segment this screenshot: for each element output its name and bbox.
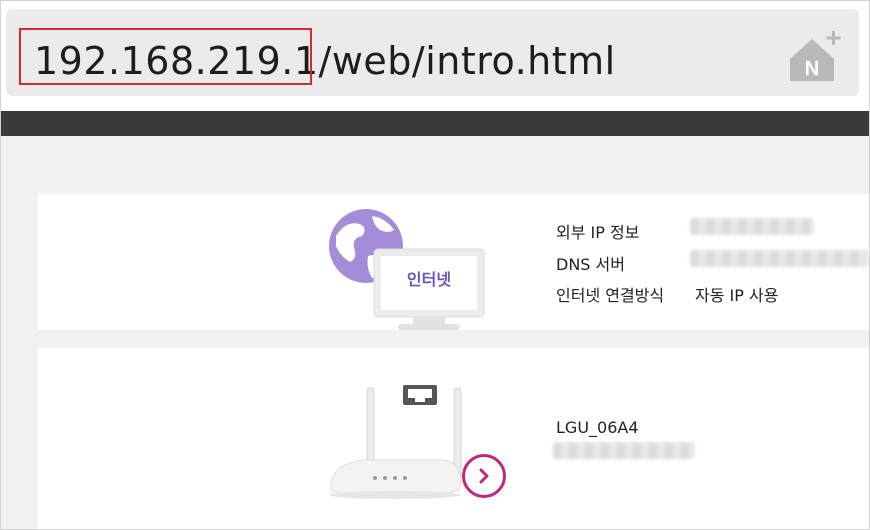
connection-type-value: 자동 IP 사용 bbox=[695, 286, 779, 305]
chevron-right-icon bbox=[479, 468, 489, 484]
info-row-dns: DNS 서버 bbox=[556, 251, 625, 275]
page-content: 인터넷 외부 IP 정보 DNS 서버 인터넷 연결방식 자동 IP 사용 LG… bbox=[1, 136, 869, 529]
internet-card: 인터넷 외부 IP 정보 DNS 서버 인터넷 연결방식 자동 IP 사용 bbox=[38, 194, 869, 330]
router-illustration bbox=[329, 385, 462, 499]
router-card: LGU_06A4 bbox=[38, 348, 869, 529]
browser-toolbar: 192.168.219.1/web/intro.html N bbox=[1, 1, 869, 111]
info-row-external-ip: 외부 IP 정보 bbox=[556, 219, 639, 243]
address-bar[interactable]: 192.168.219.1/web/intro.html N bbox=[6, 9, 859, 96]
monitor-label: 인터넷 bbox=[406, 270, 452, 289]
router-ssid: LGU_06A4 bbox=[556, 418, 639, 437]
url-path: web/intro.html bbox=[331, 39, 616, 83]
connection-type-label: 인터넷 연결방식 bbox=[556, 286, 665, 305]
info-row-connection-type: 인터넷 연결방식 bbox=[556, 282, 664, 306]
ethernet-port-icon bbox=[403, 385, 437, 405]
page-header-band bbox=[1, 111, 869, 136]
url-text[interactable]: 192.168.219.1/web/intro.html bbox=[34, 35, 616, 87]
screenshot-frame: 192.168.219.1/web/intro.html N 인터넷 외부 IP… bbox=[0, 0, 870, 530]
dns-value-blurred bbox=[690, 250, 868, 267]
url-host: 192.168.219.1/ bbox=[34, 39, 332, 83]
external-ip-value-blurred bbox=[690, 218, 814, 235]
dns-label: DNS 서버 bbox=[556, 255, 625, 274]
svg-text:N: N bbox=[805, 58, 819, 80]
router-details-button[interactable] bbox=[462, 454, 506, 498]
naver-add-home-icon[interactable]: N bbox=[787, 29, 847, 89]
external-ip-label: 외부 IP 정보 bbox=[556, 223, 640, 242]
router-password-blurred bbox=[553, 442, 695, 459]
